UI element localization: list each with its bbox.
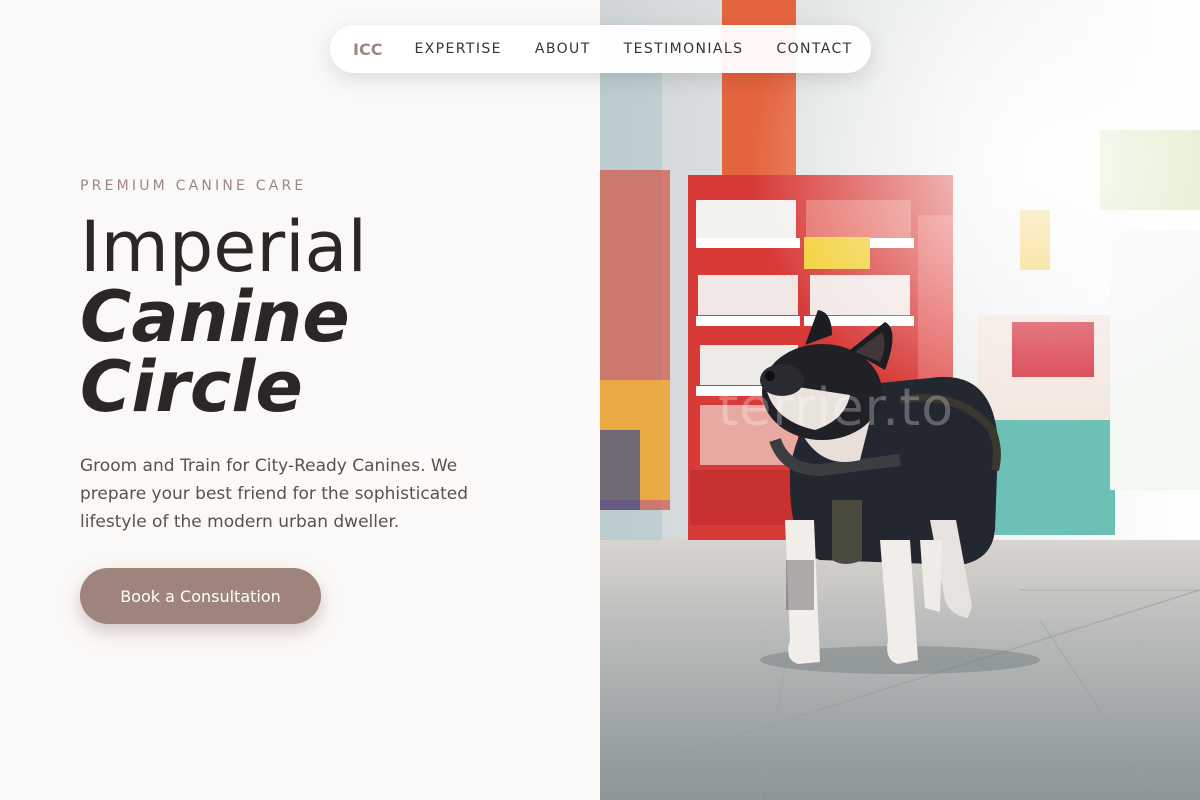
hero-description: Groom and Train for City-Ready Canines. … [80,456,469,532]
top-nav: ICC EXPERTISE ABOUT TESTIMONIALS CONTACT [330,25,871,73]
nav-link-testimonials[interactable]: TESTIMONIALS [624,41,744,57]
image-watermark: terrier.to [718,378,955,438]
hero-section: PREMIUM CANINE CARE Imperial Canine Circ… [0,0,600,800]
hero-title: Imperial Canine Circle [80,212,367,422]
nav-link-about[interactable]: ABOUT [535,41,591,57]
hero-title-line1: Imperial [80,206,367,288]
hero-title-line3: Circle [80,346,303,428]
book-consultation-button[interactable]: Book a Consultation [80,568,321,624]
hero-photo: terrier.to [600,0,1200,800]
nav-logo[interactable]: ICC [353,40,382,59]
hero-eyebrow: PREMIUM CANINE CARE [80,178,307,194]
nav-link-contact[interactable]: CONTACT [776,41,852,57]
nav-link-expertise[interactable]: EXPERTISE [414,41,501,57]
hero-title-line2: Canine [80,276,350,358]
